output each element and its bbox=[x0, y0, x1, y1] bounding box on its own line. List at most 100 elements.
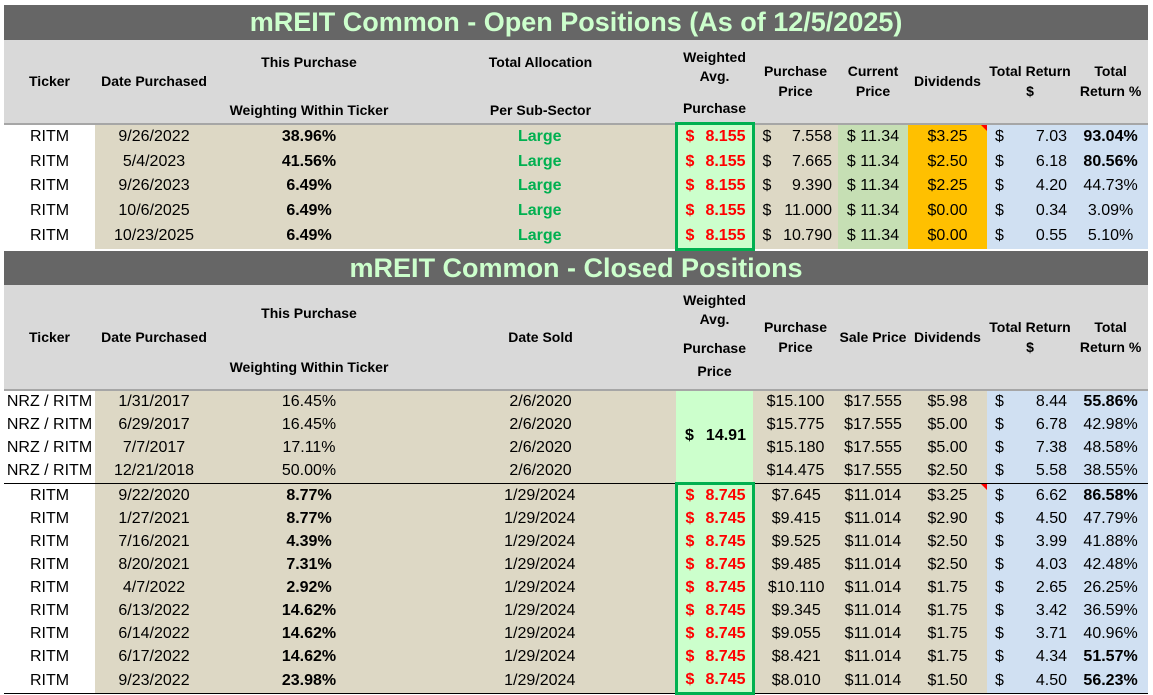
current-price-cell: $ 11.34 bbox=[838, 198, 908, 224]
date-sold-cell: 2/6/2020 bbox=[405, 389, 676, 414]
date-sold-cell: 1/29/2024 bbox=[405, 599, 676, 623]
purchase-price-cell: $9.525 bbox=[753, 530, 838, 554]
total-return-usd-cell: $4.20 bbox=[987, 174, 1073, 199]
date-purchased-cell: 6/29/2017 bbox=[95, 413, 213, 437]
header-weighted-avg: Weighted Avg. bbox=[683, 291, 746, 327]
total-return-usd-cell: $3.99 bbox=[987, 530, 1073, 554]
current-price-cell: $ 11.34 bbox=[838, 174, 908, 199]
total-return-pct-cell: 36.59% bbox=[1073, 599, 1149, 623]
dividends-cell: $0.00 bbox=[908, 223, 987, 250]
weighting-cell: 7.31% bbox=[213, 553, 405, 577]
header-this-purchase: This Purchase bbox=[261, 54, 357, 71]
ticker-cell: RITM bbox=[4, 174, 95, 199]
allocation-cell: Large bbox=[405, 149, 676, 175]
ticker-cell: NRZ / RITM bbox=[4, 389, 95, 414]
ticker-cell: RITM bbox=[4, 223, 95, 250]
table-row: RITM 9/26/2022 38.96% Large $8.155 $7.558 $ 11… bbox=[4, 121, 1149, 150]
weighting-cell: 50.00% bbox=[213, 459, 405, 484]
weighted-avg-cell: $8.155 bbox=[674, 198, 755, 224]
weighted-avg-cell: $8.745 bbox=[674, 530, 755, 554]
total-return-pct-cell: 93.04% bbox=[1073, 123, 1149, 150]
header-date-sold: Date Sold bbox=[405, 284, 676, 391]
current-price-cell: $ 11.34 bbox=[838, 223, 908, 250]
ticker-cell: RITM bbox=[4, 599, 95, 623]
dividends-cell: $1.75 bbox=[908, 576, 987, 600]
header-dividends: Dividends bbox=[908, 40, 987, 125]
date-sold-cell: 1/29/2024 bbox=[405, 553, 676, 577]
purchase-price-cell: $10.110 bbox=[753, 576, 838, 600]
table-row: NRZ / RITM 1/31/2017 16.45% 2/6/2020 $14.91 $… bbox=[4, 389, 1149, 484]
date-purchased-cell: 10/6/2025 bbox=[95, 198, 213, 224]
date-sold-cell: 1/29/2024 bbox=[405, 482, 676, 508]
header-total-return-usd: Total Return $ bbox=[987, 284, 1073, 391]
table-row: RITM 6/13/2022 14.62% 1/29/2024 $8.745 $9.345… bbox=[4, 599, 1149, 623]
date-purchased-cell: 6/13/2022 bbox=[95, 599, 213, 623]
weighted-avg-cell: $8.155 bbox=[674, 174, 755, 199]
table-row: RITM 6/17/2022 14.62% 1/29/2024 $8.745 $8.421… bbox=[4, 645, 1149, 669]
weighting-cell: 38.96% bbox=[213, 123, 405, 150]
current-price-cell: $ 11.34 bbox=[838, 123, 908, 150]
weighting-cell: 17.11% bbox=[213, 436, 405, 460]
weighted-avg-cell: $8.155 bbox=[674, 223, 755, 251]
date-sold-cell: 1/29/2024 bbox=[405, 645, 676, 669]
weighted-avg-cell: $8.745 bbox=[674, 553, 755, 577]
total-return-usd-cell: $6.78 bbox=[987, 413, 1073, 437]
weighting-cell: 14.62% bbox=[213, 622, 405, 646]
date-purchased-cell: 1/31/2017 bbox=[95, 389, 213, 414]
header-purchase-price: Purchase Price bbox=[753, 284, 838, 391]
purchase-price-cell: $8.010 bbox=[753, 668, 838, 694]
weighted-avg-cell: $8.745 bbox=[674, 576, 755, 600]
date-sold-cell: 1/29/2024 bbox=[405, 622, 676, 646]
total-return-usd-cell: $4.34 bbox=[987, 645, 1073, 669]
dividends-cell: $1.75 bbox=[908, 622, 987, 646]
purchase-price-cell: $14.475 bbox=[753, 459, 838, 484]
date-purchased-cell: 4/7/2022 bbox=[95, 576, 213, 600]
total-return-pct-cell: 80.56% bbox=[1073, 149, 1149, 175]
weighting-cell: 14.62% bbox=[213, 645, 405, 669]
date-purchased-cell: 6/17/2022 bbox=[95, 645, 213, 669]
weighting-cell: 8.77% bbox=[213, 482, 405, 508]
date-purchased-cell: 6/14/2022 bbox=[95, 622, 213, 646]
weighted-avg-cell: $8.745 bbox=[674, 622, 755, 646]
header-ticker: Ticker bbox=[4, 40, 95, 125]
sale-price-cell: $11.014 bbox=[838, 530, 908, 554]
dividends-cell: $2.90 bbox=[908, 507, 987, 531]
current-price-cell: $ 11.34 bbox=[838, 149, 908, 175]
total-return-pct-cell: 48.58% bbox=[1073, 436, 1149, 460]
ticker-cell: RITM bbox=[4, 530, 95, 554]
header-this-purchase: This Purchase bbox=[261, 304, 357, 321]
open-positions-table: mREIT Common - Open Positions (As of 12/… bbox=[4, 5, 1149, 695]
sale-price-cell: $17.555 bbox=[838, 436, 908, 460]
dividends-cell: $1.75 bbox=[908, 645, 987, 669]
header-date-purchased: Date Purchased bbox=[95, 40, 213, 125]
date-purchased-cell: 7/7/2017 bbox=[95, 436, 213, 460]
total-return-usd-cell: $7.38 bbox=[987, 436, 1073, 460]
header-total-allocation: Total Allocation bbox=[488, 54, 593, 71]
weighting-cell: 14.62% bbox=[213, 599, 405, 623]
table-row: RITM 9/26/2023 6.49% Large $8.155 $9.390 $ 11.… bbox=[4, 174, 1149, 199]
allocation-cell: Large bbox=[405, 123, 676, 150]
total-return-pct-cell: 44.73% bbox=[1073, 174, 1149, 199]
purchase-price-cell: $11.000 bbox=[753, 198, 838, 224]
table-row: NRZ / RITM 12/21/2018 50.00% 2/6/2020 $14.47… bbox=[4, 459, 1149, 484]
sale-price-cell: $11.014 bbox=[838, 553, 908, 577]
dividends-cell: $2.50 bbox=[908, 530, 987, 554]
header-weighted-avg: Weighted Avg. bbox=[683, 49, 746, 84]
header-per-sub-sector: Per Sub-Sector bbox=[489, 102, 592, 119]
ticker-cell: RITM bbox=[4, 622, 95, 646]
ticker-cell: NRZ / RITM bbox=[4, 413, 95, 437]
total-return-usd-cell: $3.42 bbox=[987, 599, 1073, 623]
table-row: RITM 5/4/2023 41.56% Large $8.155 $7.665 $ 11.… bbox=[4, 149, 1149, 175]
sale-price-cell: $17.555 bbox=[838, 459, 908, 484]
purchase-price-cell: $9.345 bbox=[753, 599, 838, 623]
ticker-cell: RITM bbox=[4, 482, 95, 508]
sale-price-cell: $11.014 bbox=[838, 507, 908, 531]
date-sold-cell: 2/6/2020 bbox=[405, 436, 676, 460]
weighting-cell: 16.45% bbox=[213, 413, 405, 437]
total-return-pct-cell: 56.23% bbox=[1073, 668, 1149, 694]
allocation-cell: Large bbox=[405, 223, 676, 250]
purchase-price-cell: $9.485 bbox=[753, 553, 838, 577]
table-row: RITM 1/27/2021 8.77% 1/29/2024 $8.745 $9.415 $… bbox=[4, 507, 1149, 531]
weighted-avg-cell: $8.745 bbox=[674, 599, 755, 623]
weighted-avg-cell: $8.155 bbox=[674, 149, 755, 175]
